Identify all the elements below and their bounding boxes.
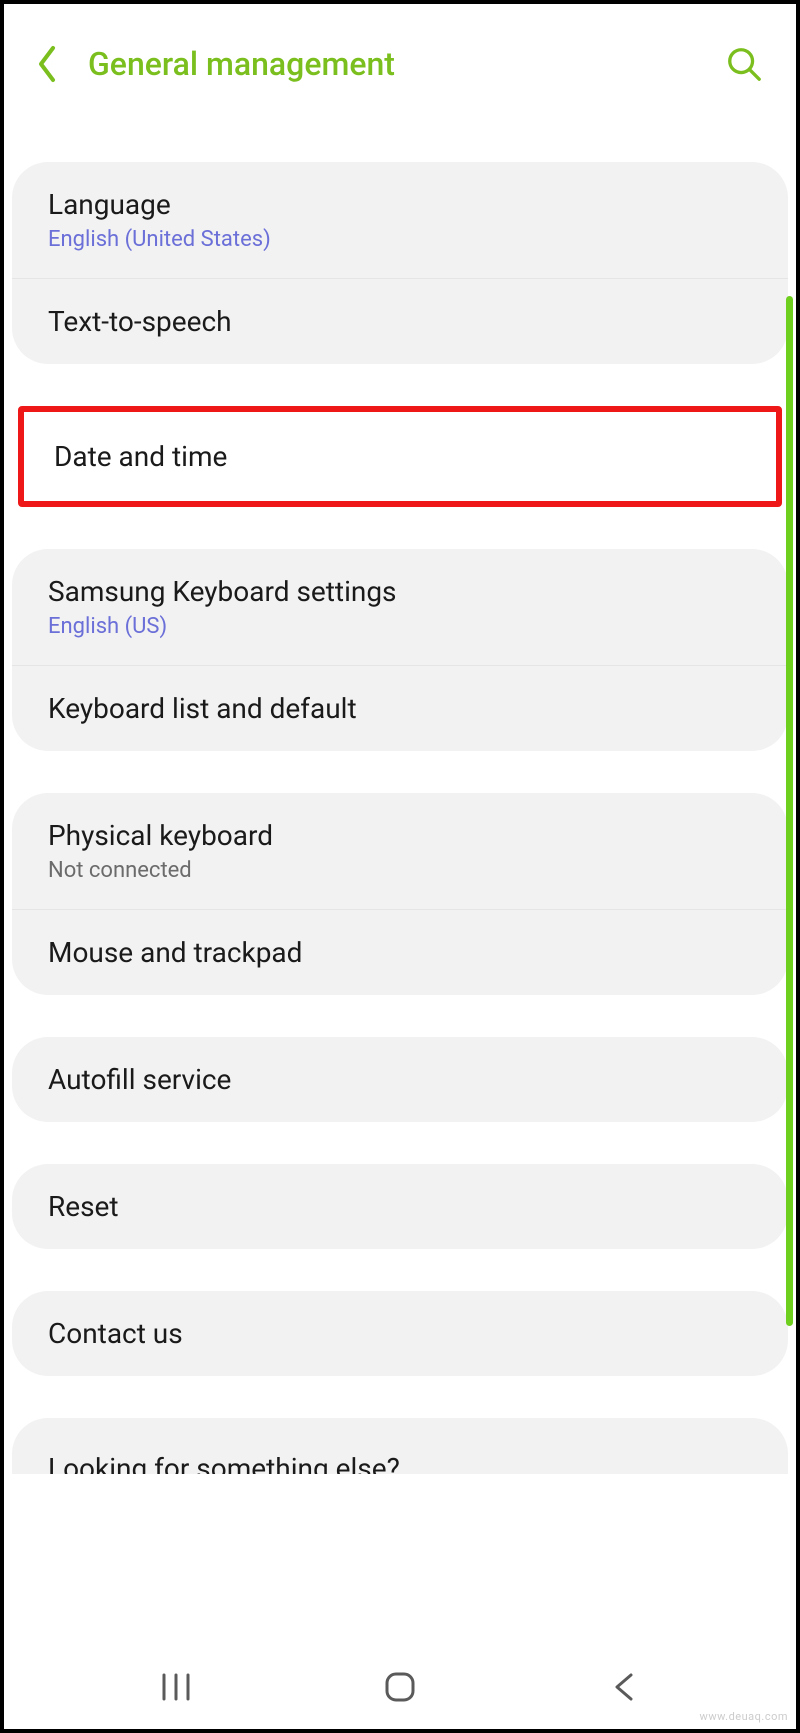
row-language[interactable]: Language English (United States) (12, 162, 788, 278)
settings-card: Samsung Keyboard settings English (US) K… (12, 549, 788, 751)
row-mouse-trackpad[interactable]: Mouse and trackpad (12, 909, 788, 995)
search-icon[interactable] (722, 42, 766, 86)
row-title: Looking for something else? (48, 1452, 752, 1474)
row-title: Contact us (48, 1317, 752, 1350)
row-title: Language (48, 188, 752, 221)
row-subtitle: Not connected (48, 858, 752, 883)
row-date-and-time[interactable]: Date and time (18, 406, 782, 507)
row-title: Physical keyboard (48, 819, 752, 852)
scroll-indicator[interactable] (786, 296, 793, 1326)
row-title: Keyboard list and default (48, 692, 752, 725)
row-subtitle: English (US) (48, 614, 752, 639)
row-title: Samsung Keyboard settings (48, 575, 752, 608)
row-keyboard-list[interactable]: Keyboard list and default (12, 665, 788, 751)
row-title: Reset (48, 1190, 752, 1223)
watermark: www.deuaq.com (700, 1710, 788, 1723)
header: General management (4, 4, 796, 116)
page-title: General management (88, 45, 722, 83)
nav-bar (4, 1644, 796, 1729)
settings-card: Language English (United States) Text-to… (12, 162, 788, 364)
row-title: Mouse and trackpad (48, 936, 752, 969)
content-area: Language English (United States) Text-to… (4, 116, 796, 1648)
row-autofill[interactable]: Autofill service (12, 1037, 788, 1122)
row-samsung-keyboard[interactable]: Samsung Keyboard settings English (US) (12, 549, 788, 665)
row-reset[interactable]: Reset (12, 1164, 788, 1249)
row-looking-for[interactable]: Looking for something else? (12, 1418, 788, 1474)
back-icon[interactable] (34, 44, 60, 84)
back-button[interactable] (584, 1662, 664, 1712)
recents-button[interactable] (136, 1662, 216, 1712)
home-button[interactable] (360, 1662, 440, 1712)
row-title: Text-to-speech (48, 305, 752, 338)
row-physical-keyboard[interactable]: Physical keyboard Not connected (12, 793, 788, 909)
row-text-to-speech[interactable]: Text-to-speech (12, 278, 788, 364)
row-title: Autofill service (48, 1063, 752, 1096)
settings-card: Contact us (12, 1291, 788, 1376)
row-title: Date and time (54, 440, 746, 473)
row-subtitle: English (United States) (48, 227, 752, 252)
settings-card: Autofill service (12, 1037, 788, 1122)
settings-card: Reset (12, 1164, 788, 1249)
row-contact-us[interactable]: Contact us (12, 1291, 788, 1376)
settings-card: Physical keyboard Not connected Mouse an… (12, 793, 788, 995)
